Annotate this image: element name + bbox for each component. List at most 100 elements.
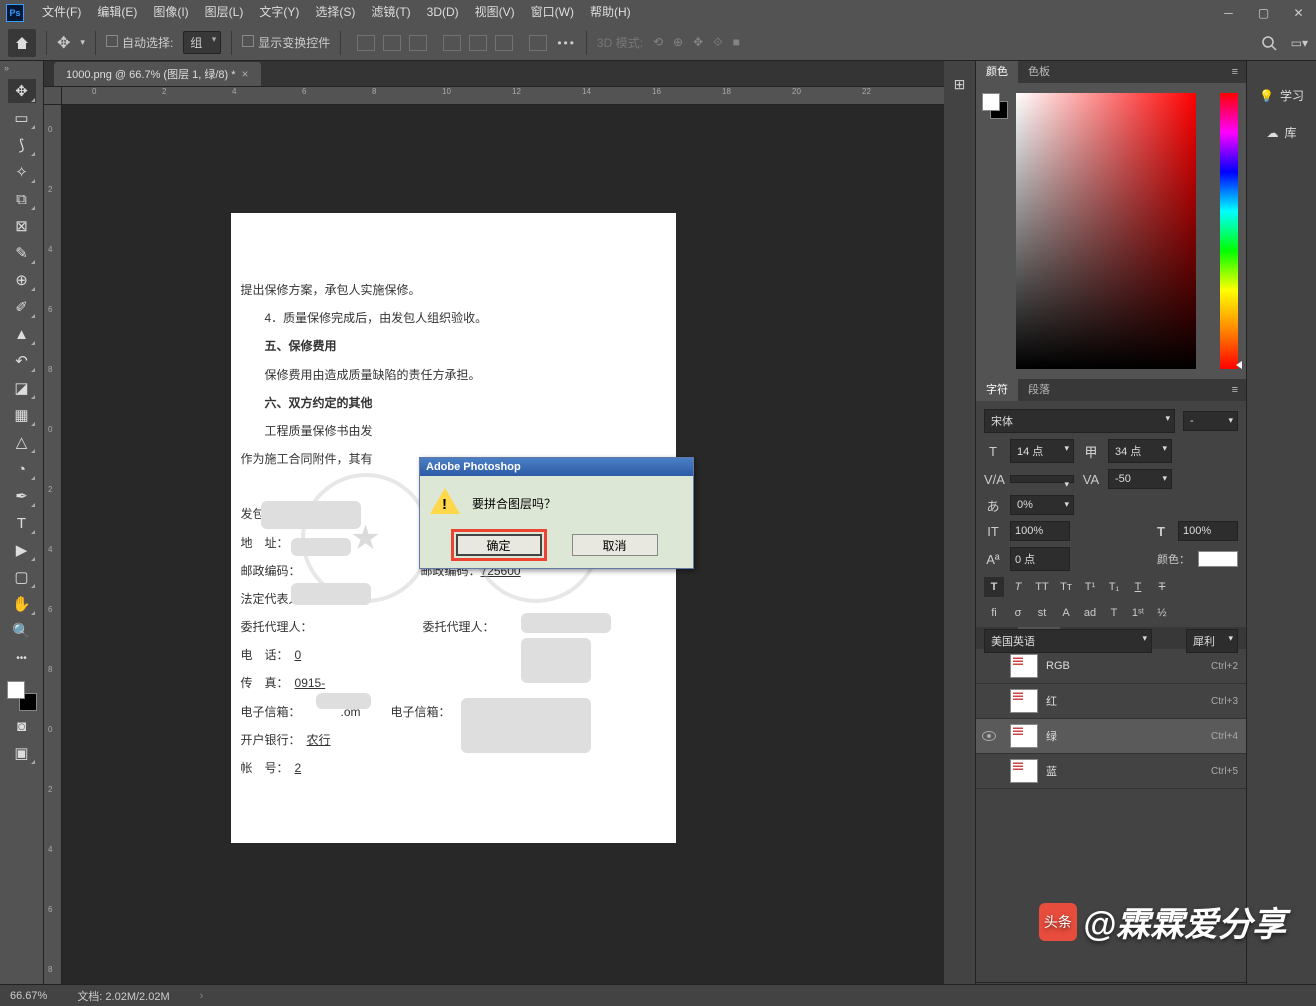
zoom-level[interactable]: 66.67% [10,990,47,1002]
menu-layer[interactable]: 图层(L) [197,0,252,25]
align-top-icon[interactable] [443,35,461,51]
eraser-tool[interactable]: ◪ [8,376,36,400]
leading-input[interactable]: 34 点 [1108,439,1172,463]
healing-tool[interactable]: ⊕ [8,268,36,292]
close-tab-icon[interactable]: × [242,67,249,81]
search-icon[interactable] [1261,35,1277,51]
subscript-button[interactable]: T₁ [1104,577,1124,597]
menu-window[interactable]: 窗口(W) [523,0,582,25]
ruler-horizontal[interactable]: 0 2 4 6 8 10 12 14 16 18 20 22 [62,87,944,105]
menu-select[interactable]: 选择(S) [307,0,363,25]
quick-mask-tool[interactable]: ◙ [8,714,36,738]
bold-button[interactable]: T [984,577,1004,597]
hscale1-input[interactable]: 100% [1010,521,1070,541]
channel-row-红[interactable]: ▬▬▬▬▬▬红Ctrl+3 [976,684,1246,719]
menu-3d[interactable]: 3D(D) [419,0,467,25]
channel-row-蓝[interactable]: ▬▬▬▬▬▬蓝Ctrl+5 [976,754,1246,789]
tab-color[interactable]: 颜色 [976,61,1018,83]
1st-button[interactable]: 1ˢᵗ [1128,603,1148,623]
pen-tool[interactable]: ✒ [8,484,36,508]
visibility-toggle[interactable] [976,731,1002,741]
superscript-button[interactable]: T¹ [1080,577,1100,597]
language-select[interactable]: 美国英语 [984,629,1152,653]
type-tool[interactable]: T [8,511,36,535]
menu-view[interactable]: 视图(V) [467,0,523,25]
strike-button[interactable]: T [1152,577,1172,597]
eyedropper-tool[interactable]: ✎ [8,241,36,265]
kerning-input[interactable] [1010,475,1074,483]
allcaps-button[interactable]: TT [1032,577,1052,597]
vscale-input[interactable]: 0% [1010,495,1074,515]
foreground-color[interactable] [7,681,25,699]
menu-edit[interactable]: 编辑(E) [89,0,145,25]
fg-swatch[interactable] [982,93,1000,111]
sigma-button[interactable]: σ [1008,603,1028,623]
hue-slider[interactable] [1220,93,1238,369]
move-tool[interactable]: ✥ [8,79,36,103]
screen-mode-tool[interactable]: ▣ [8,741,36,765]
align-right-icon[interactable] [409,35,427,51]
edit-toolbar[interactable]: ••• [8,646,36,670]
color-field[interactable] [1016,93,1196,369]
blur-tool[interactable]: △ [8,430,36,454]
color-swatches[interactable] [7,681,37,711]
a-button[interactable]: A [1056,603,1076,623]
italic-button[interactable]: T [1008,577,1028,597]
tab-paragraph[interactable]: 段落 [1018,379,1060,401]
align-middle-icon[interactable] [469,35,487,51]
channel-row-RGB[interactable]: ▬▬▬▬▬▬RGBCtrl+2 [976,649,1246,684]
tab-character[interactable]: 字符 [976,379,1018,401]
antialias-select[interactable]: 犀利 [1186,629,1238,653]
stamp-tool[interactable]: ▲ [8,322,36,346]
lasso-tool[interactable]: ⟆ [8,133,36,157]
doc-info[interactable]: 文档: 2.02M/2.02M [77,988,169,1004]
marquee-tool[interactable]: ▭ [8,106,36,130]
t-button[interactable]: T [1104,603,1124,623]
cancel-button[interactable]: 取消 [572,534,658,556]
frame-tool[interactable]: ⊠ [8,214,36,238]
brush-tool[interactable]: ✐ [8,295,36,319]
history-brush-tool[interactable]: ↶ [8,349,36,373]
library-panel-button[interactable]: ☁库 [1247,114,1316,151]
fi-button[interactable]: fi [984,603,1004,623]
home-button[interactable] [8,29,36,57]
window-maximize-button[interactable]: ▢ [1246,0,1281,25]
hscale2-input[interactable]: 100% [1178,521,1238,541]
ad-button[interactable]: ad [1080,603,1100,623]
menu-image[interactable]: 图像(I) [145,0,196,25]
path-select-tool[interactable]: ▶ [8,538,36,562]
align-center-h-icon[interactable] [383,35,401,51]
align-left-icon[interactable] [357,35,375,51]
auto-select-checkbox[interactable]: 自动选择: [106,34,173,51]
color-panel-menu[interactable]: ≡ [1224,66,1246,78]
menu-type[interactable]: 文字(Y) [251,0,307,25]
dodge-tool[interactable]: ◔ [8,457,36,481]
zoom-tool[interactable]: 🔍 [8,619,36,643]
document-tab[interactable]: 1000.png @ 66.7% (图层 1, 绿/8) * × [54,62,261,86]
underline-button[interactable]: T [1128,577,1148,597]
half-button[interactable]: ½ [1152,603,1172,623]
auto-select-dropdown[interactable]: 组 [183,31,221,54]
align-bottom-icon[interactable] [495,35,513,51]
baseline-input[interactable]: 0 点 [1010,547,1070,571]
more-options-button[interactable]: ••• [557,36,576,50]
tracking-input[interactable]: -50 [1108,469,1172,489]
window-close-button[interactable]: ✕ [1281,0,1316,25]
smallcaps-button[interactable]: Tᴛ [1056,577,1076,597]
dock-icon-1[interactable]: ⊞ [951,75,969,93]
hand-tool[interactable]: ✋ [8,592,36,616]
font-style-select[interactable]: - [1183,411,1238,431]
char-panel-menu[interactable]: ≡ [1224,384,1246,396]
crop-tool[interactable]: ⧉ [8,187,36,211]
channel-row-绿[interactable]: ▬▬▬▬▬▬绿Ctrl+4 [976,719,1246,754]
text-color-swatch[interactable] [1198,551,1238,567]
font-family-select[interactable]: 宋体 [984,409,1175,433]
gradient-tool[interactable]: ▦ [8,403,36,427]
shape-tool[interactable]: ▢ [8,565,36,589]
distribute-h-icon[interactable] [529,35,547,51]
magic-wand-tool[interactable]: ✧ [8,160,36,184]
tab-swatches[interactable]: 色板 [1018,61,1060,83]
menu-help[interactable]: 帮助(H) [582,0,639,25]
show-transform-checkbox[interactable]: 显示变换控件 [242,34,330,51]
menu-filter[interactable]: 滤镜(T) [363,0,418,25]
